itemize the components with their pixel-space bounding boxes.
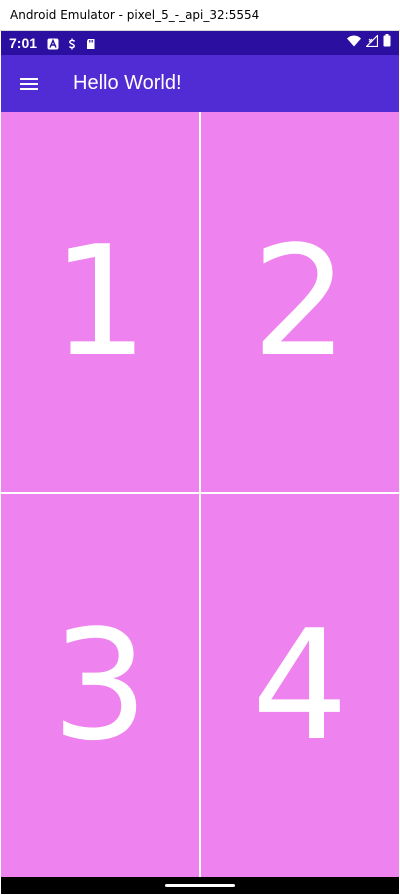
sync-s-icon: [66, 37, 78, 50]
accessibility-a-icon: [47, 37, 59, 50]
system-navigation-bar: [1, 877, 399, 894]
grid-cell-3[interactable]: 3: [1, 494, 199, 877]
emulator-window: Android Emulator - pixel_5_-_api_32:5554…: [0, 0, 400, 895]
grid-cell-label: 2: [251, 213, 349, 390]
status-bar: 7:01: [1, 31, 399, 55]
app-bar: Hello World!: [1, 55, 399, 112]
window-title-bar[interactable]: Android Emulator - pixel_5_-_api_32:5554: [0, 0, 400, 31]
device-screen: 7:01 Hello World! 1 2 3 4: [1, 31, 399, 894]
sd-card-icon: [85, 37, 97, 49]
grid-cell-label: 3: [51, 596, 149, 774]
home-gesture-handle[interactable]: [165, 884, 235, 887]
grid-cell-label: 1: [51, 213, 149, 390]
status-time: 7:01: [9, 35, 38, 51]
number-grid: 1 2 3 4: [1, 112, 399, 877]
hamburger-menu-icon[interactable]: [1, 55, 57, 112]
grid-cell-label: 4: [251, 596, 349, 774]
battery-icon: [383, 34, 391, 52]
cellular-signal-icon: [365, 34, 379, 52]
grid-cell-4[interactable]: 4: [201, 494, 399, 877]
window-title: Android Emulator - pixel_5_-_api_32:5554: [10, 8, 260, 22]
page-title: Hello World!: [73, 72, 182, 94]
grid-cell-2[interactable]: 2: [201, 112, 399, 492]
status-right-icons: [347, 34, 391, 52]
grid-cell-1[interactable]: 1: [1, 112, 199, 492]
wifi-icon: [347, 34, 361, 52]
